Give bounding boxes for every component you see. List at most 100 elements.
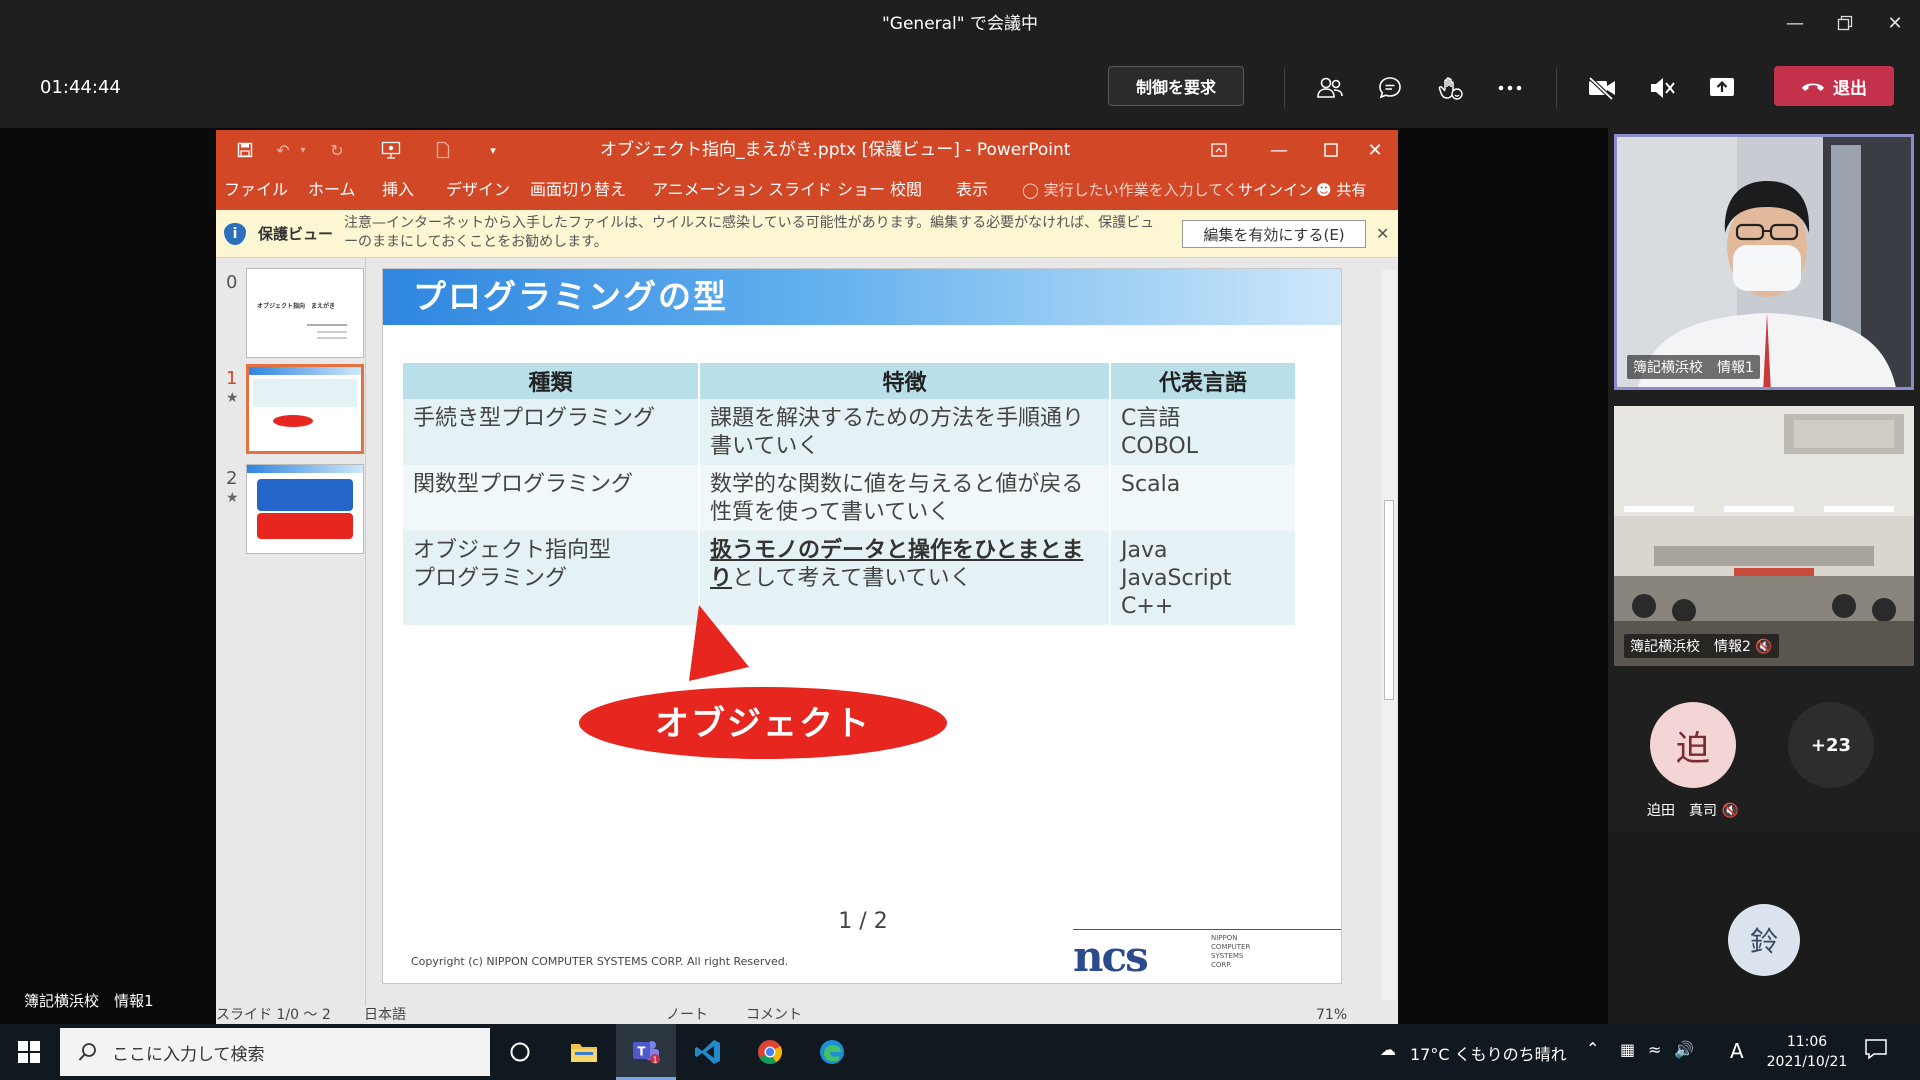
share-button[interactable]: ☻ 共有 xyxy=(1316,170,1366,210)
ppt-maximize-icon[interactable] xyxy=(1308,130,1354,170)
slide-canvas[interactable]: プログラミングの型 種類 特徴 代表言語 手続き型プログラミング 課題を解決する… xyxy=(382,268,1342,984)
redo-icon[interactable]: ↻ xyxy=(322,130,352,170)
zoom-level[interactable]: 71% xyxy=(1316,1006,1347,1024)
weather-icon[interactable]: ☁ xyxy=(1380,1040,1396,1059)
network-icon[interactable]: ≈ xyxy=(1648,1040,1661,1059)
status-slide-indicator: スライド 1/0 ～ 2 xyxy=(216,1007,331,1023)
save-icon[interactable] xyxy=(230,130,260,170)
callout-text: オブジェクト xyxy=(655,704,871,744)
slide-thumbnail-1[interactable] xyxy=(246,364,364,454)
participant-video-tile-2[interactable]: 簿記横浜校 情報2 🔇 xyxy=(1614,406,1914,666)
taskbar-clock[interactable]: 11:06 2021/10/21 xyxy=(1762,1032,1852,1072)
classroom-video xyxy=(1614,406,1914,666)
slide-thumbnail-2[interactable] xyxy=(246,464,364,554)
weather-text[interactable]: 17°C くもりのち晴れ xyxy=(1410,1041,1567,1065)
scrollbar-thumb[interactable] xyxy=(1384,500,1394,700)
tab-animations[interactable]: アニメーション xyxy=(652,170,763,210)
svg-text:1: 1 xyxy=(652,1055,657,1064)
edge-icon[interactable] xyxy=(802,1024,862,1080)
table-row: 手続き型プログラミング 課題を解決するための方法を手順通り書いていく C言語 C… xyxy=(403,399,1297,465)
clock-time: 11:06 xyxy=(1786,1034,1828,1050)
window-titlebar: "General" で会議中 — ✕ xyxy=(0,0,1920,48)
tab-file[interactable]: ファイル xyxy=(224,170,288,210)
thumb0-line xyxy=(317,337,347,339)
slide-thumbnail-0[interactable]: オブジェクト指向 まえがき xyxy=(246,268,364,358)
svg-text:T: T xyxy=(637,1044,646,1058)
ppt-minimize-icon[interactable]: — xyxy=(1256,130,1302,170)
tab-insert[interactable]: 挿入 xyxy=(382,170,414,210)
slide-title: プログラミングの型 xyxy=(413,277,728,316)
more-options-icon[interactable] xyxy=(1488,66,1532,110)
mic-muted-icon[interactable] xyxy=(1640,66,1684,110)
tab-slideshow[interactable]: スライド ショー xyxy=(768,170,885,210)
more-participants-button[interactable]: +23 xyxy=(1788,702,1874,788)
windows-start-button[interactable] xyxy=(0,1024,58,1080)
leave-button[interactable]: 退出 xyxy=(1774,66,1894,106)
task-view-icon[interactable] xyxy=(490,1024,550,1080)
chat-icon[interactable] xyxy=(1368,66,1412,110)
tab-review[interactable]: 校閲 xyxy=(890,170,922,210)
ppt-titlebar: ↶ ▾ ↻ ▾ オブジェクト指向_まえがき.pptx [保護ビュー] - Pow… xyxy=(216,130,1398,170)
table-row: 関数型プログラミング 数学的な関数に値を与えると値が戻る性質を使って書いていく … xyxy=(403,465,1297,531)
ribbon-display-icon[interactable] xyxy=(1196,130,1242,170)
participant-name: 迫田 真司 🔇 xyxy=(1638,800,1748,820)
taskbar-search-box[interactable]: ここに入力して検索 xyxy=(60,1028,490,1076)
notes-button[interactable]: ノート xyxy=(666,1006,708,1024)
customize-toolbar-icon[interactable]: ▾ xyxy=(478,130,508,170)
ppt-close-icon[interactable]: ✕ xyxy=(1352,130,1398,170)
lightbulb-icon: ◯ xyxy=(1022,181,1039,199)
participant-video-tile-1[interactable]: 簿記横浜校 情報1 xyxy=(1614,134,1914,390)
document-icon[interactable] xyxy=(428,130,458,170)
thumb-number: 2 xyxy=(226,468,238,489)
ncs-logo-text: ncs xyxy=(1073,932,1149,981)
chrome-icon[interactable] xyxy=(740,1024,800,1080)
tab-design[interactable]: デザイン xyxy=(446,170,510,210)
people-icon[interactable] xyxy=(1308,66,1352,110)
tell-me-label: 実行したい作業を入力してく xyxy=(1043,181,1238,199)
table-cell: 数学的な関数に値を与えると値が戻る性質を使って書いていく xyxy=(699,465,1112,531)
volume-icon[interactable]: 🔊 xyxy=(1674,1040,1694,1059)
windows-taskbar: ここに入力して検索 T1 ☁ 17°C くもりのち晴れ ⌃ ▦ ≈ 🔊 A 11… xyxy=(0,1024,1920,1080)
thumb-number: 0 xyxy=(226,272,238,293)
tab-transitions[interactable]: 画面切り替え xyxy=(530,170,626,210)
teams-app-icon[interactable]: T1 xyxy=(616,1024,676,1080)
share-screen-icon[interactable] xyxy=(1700,66,1744,110)
signin-link[interactable]: サインイン xyxy=(1238,170,1313,210)
tab-view[interactable]: 表示 xyxy=(956,170,988,210)
participant-gallery: 簿記横浜校 情報1 簿記横浜校 情報2 🔇 迫 迫田 真司 🔇 +23 鈴 xyxy=(1608,128,1920,1024)
notification-icon[interactable] xyxy=(1864,1038,1888,1064)
enable-editing-button[interactable]: 編集を有効にする(E) xyxy=(1182,220,1366,248)
participant-name-text: 迫田 真司 xyxy=(1647,803,1718,819)
device-icon[interactable]: ▦ xyxy=(1620,1040,1635,1059)
phone-hangup-icon xyxy=(1802,83,1824,91)
camera-off-icon[interactable] xyxy=(1580,66,1624,110)
tab-home[interactable]: ホーム xyxy=(308,170,356,210)
tell-me-box[interactable]: ◯ 実行したい作業を入力してく xyxy=(1022,170,1238,210)
table-cell: Java JavaScript C++ xyxy=(1110,531,1297,625)
comments-button[interactable]: コメント xyxy=(746,1006,802,1024)
undo-dropdown-icon[interactable]: ▾ xyxy=(288,130,318,170)
tray-overflow-icon[interactable]: ⌃ xyxy=(1586,1039,1599,1058)
minimize-icon[interactable]: — xyxy=(1772,0,1818,46)
request-control-button[interactable]: 制御を要求 xyxy=(1108,66,1244,106)
windows-logo-icon xyxy=(18,1041,40,1063)
language-indicator[interactable]: 日本語 xyxy=(364,1006,406,1024)
table-cell: 手続き型プログラミング xyxy=(403,399,701,465)
close-icon[interactable]: ✕ xyxy=(1872,0,1918,46)
slideshow-icon[interactable] xyxy=(376,130,406,170)
vscode-icon[interactable] xyxy=(678,1024,738,1080)
divider xyxy=(1284,68,1285,108)
slide-thumbnails-pane: 0 オブジェクト指向 まえがき 1 ★ 2 ★ xyxy=(216,258,366,1006)
restore-icon[interactable] xyxy=(1822,0,1868,46)
reactions-icon[interactable] xyxy=(1428,66,1472,110)
vertical-scrollbar[interactable] xyxy=(1382,270,1396,1000)
participant-avatar[interactable]: 迫 xyxy=(1650,702,1736,788)
ime-indicator[interactable]: A xyxy=(1730,1039,1744,1063)
table-cell: C言語 COBOL xyxy=(1110,399,1297,465)
leave-label: 退出 xyxy=(1833,78,1867,99)
table-cell: 課題を解決するための方法を手順通り書いていく xyxy=(699,399,1112,465)
protected-view-label: 保護ビュー xyxy=(258,225,334,243)
close-bar-icon[interactable]: ✕ xyxy=(1376,210,1389,258)
self-avatar[interactable]: 鈴 xyxy=(1728,904,1800,976)
file-explorer-icon[interactable] xyxy=(554,1024,614,1080)
